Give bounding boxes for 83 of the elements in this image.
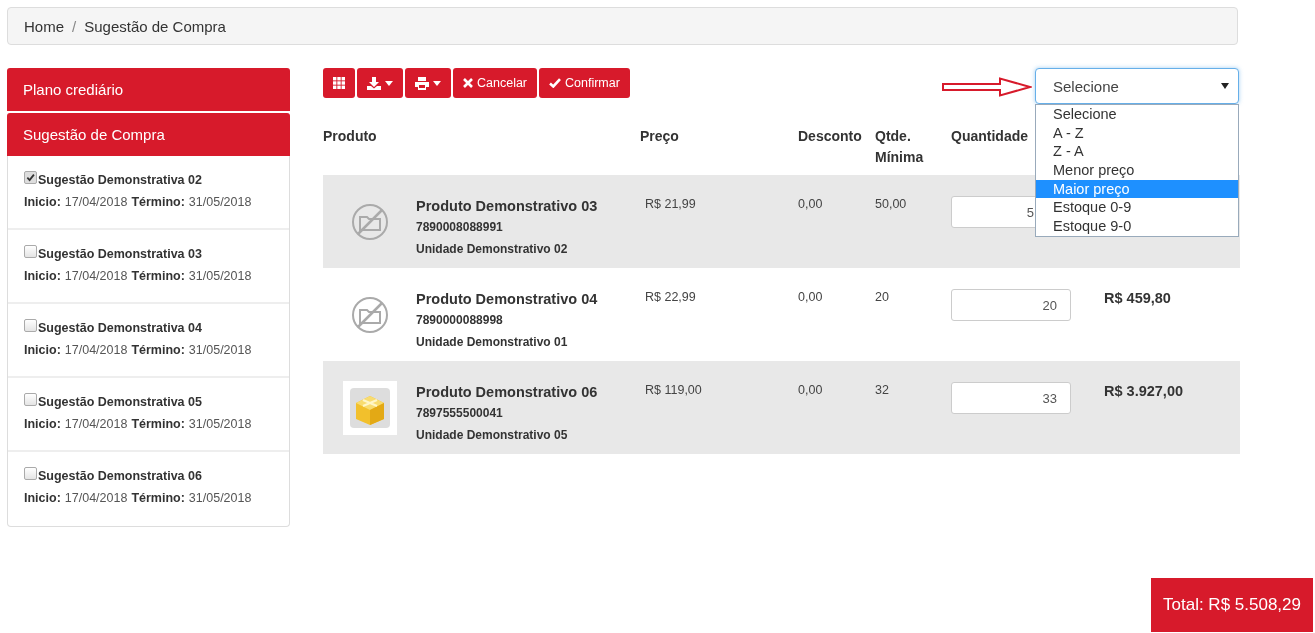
- end-date: 31/05/2018: [188, 491, 252, 505]
- grid-button[interactable]: [323, 68, 355, 98]
- no-image-icon: [350, 295, 389, 334]
- start-date: 17/04/2018: [64, 343, 128, 357]
- row-total: R$ 3.927,00: [1104, 383, 1183, 399]
- breadcrumb-current: Sugestão de Compra: [84, 17, 226, 35]
- start-date: 17/04/2018: [64, 491, 128, 505]
- sidebar-menu-item[interactable]: Plano crediário: [7, 68, 290, 111]
- start-date: 17/04/2018: [64, 269, 128, 283]
- end-date: 31/05/2018: [188, 195, 252, 209]
- grid-icon: [333, 77, 345, 89]
- price-cell-text: R$ 119,00: [644, 382, 703, 399]
- sidebar-menu-item[interactable]: Sugestão de Compra: [7, 113, 290, 156]
- dropdown-option[interactable]: Selecione: [1036, 105, 1238, 124]
- suggestion-title[interactable]: Sugestão Demonstrativa 02: [38, 173, 202, 187]
- end-date: 31/05/2018: [188, 417, 252, 431]
- suggestion-title[interactable]: Sugestão Demonstrativa 06: [38, 469, 202, 483]
- dropdown-option[interactable]: A - Z: [1036, 123, 1238, 143]
- discount-cell-text: 0,00: [798, 382, 824, 399]
- end-date: 31/05/2018: [188, 269, 252, 283]
- total-badge: Total: R$ 5.508,29: [1151, 578, 1313, 632]
- print-button[interactable]: [405, 68, 451, 98]
- checkbox[interactable]: [24, 466, 37, 480]
- price-cell-text: R$ 21,99: [644, 196, 697, 213]
- suggestion-title[interactable]: Sugestão Demonstrativa 05: [38, 395, 202, 409]
- product-code: 7897555500041: [416, 406, 503, 420]
- start-label: Inicio:: [24, 491, 61, 505]
- column-header: Quantidade: [951, 127, 1028, 146]
- end-label: Término:: [131, 491, 185, 505]
- breadcrumb-separator: /: [72, 17, 77, 35]
- product-unit: Unidade Demonstrativo 05: [416, 428, 568, 442]
- start-label: Inicio:: [24, 269, 61, 283]
- dropdown-option[interactable]: Menor preço: [1036, 161, 1238, 180]
- end-label: Término:: [131, 417, 185, 431]
- start-label: Inicio:: [24, 417, 61, 431]
- start-date: 17/04/2018: [64, 417, 128, 431]
- product-code: 7890008088991: [416, 220, 503, 234]
- end-label: Término:: [131, 269, 185, 283]
- end-label: Término:: [131, 343, 185, 357]
- download-button[interactable]: [357, 68, 403, 98]
- minimum-quantity-cell-text: 32: [875, 382, 890, 399]
- breadcrumb-link[interactable]: Home: [24, 17, 64, 35]
- caret-icon: [433, 80, 441, 86]
- dropdown-option[interactable]: Z - A: [1036, 142, 1238, 162]
- printer-icon: [415, 76, 429, 90]
- product-code: 7890000088998: [416, 313, 503, 327]
- product-unit: Unidade Demonstrativo 02: [416, 242, 568, 256]
- cancel-button[interactable]: Cancelar: [453, 68, 538, 98]
- confirm-button[interactable]: Confirmar: [539, 68, 630, 98]
- product-name: Produto Demonstrativo 06: [416, 384, 598, 400]
- suggestion-title[interactable]: Sugestão Demonstrativa 03: [38, 247, 202, 261]
- checkbox[interactable]: [24, 244, 37, 258]
- caret-icon: [1221, 83, 1229, 89]
- checkbox[interactable]: [24, 392, 37, 406]
- product-unit: Unidade Demonstrativo 01: [416, 335, 568, 349]
- no-image-icon: [350, 202, 389, 241]
- close-icon: [463, 78, 473, 88]
- start-label: Inicio:: [24, 343, 61, 357]
- product-name: Produto Demonstrativo 04: [416, 291, 598, 307]
- column-header: Preço: [640, 127, 679, 146]
- product-name: Produto Demonstrativo 03: [416, 198, 598, 214]
- minimum-quantity-cell-text: 50,00: [875, 196, 908, 213]
- start-label: Inicio:: [24, 195, 61, 209]
- check-icon: [549, 78, 562, 88]
- column-header: Qtde. Mínima: [875, 127, 925, 167]
- discount-cell-text: 0,00: [798, 196, 824, 213]
- sort-select[interactable]: Selecione: [1035, 68, 1239, 104]
- end-date: 31/05/2018: [188, 343, 252, 357]
- quantity-field[interactable]: 20: [951, 289, 1071, 321]
- row-total: R$ 459,80: [1104, 290, 1171, 306]
- checkbox[interactable]: [24, 170, 37, 184]
- caret-icon: [385, 80, 393, 86]
- end-label: Término:: [131, 195, 185, 209]
- minimum-quantity-cell-text: 20: [875, 289, 890, 306]
- checkbox[interactable]: [24, 318, 37, 332]
- column-header: Desconto: [798, 127, 862, 146]
- discount-cell-text: 0,00: [798, 289, 824, 306]
- price-cell-text: R$ 22,99: [644, 289, 697, 306]
- start-date: 17/04/2018: [64, 195, 128, 209]
- suggestion-title[interactable]: Sugestão Demonstrativa 04: [38, 321, 202, 335]
- column-header: Produto: [323, 127, 377, 146]
- quantity-field[interactable]: 33: [951, 382, 1071, 414]
- download-icon: [367, 76, 381, 90]
